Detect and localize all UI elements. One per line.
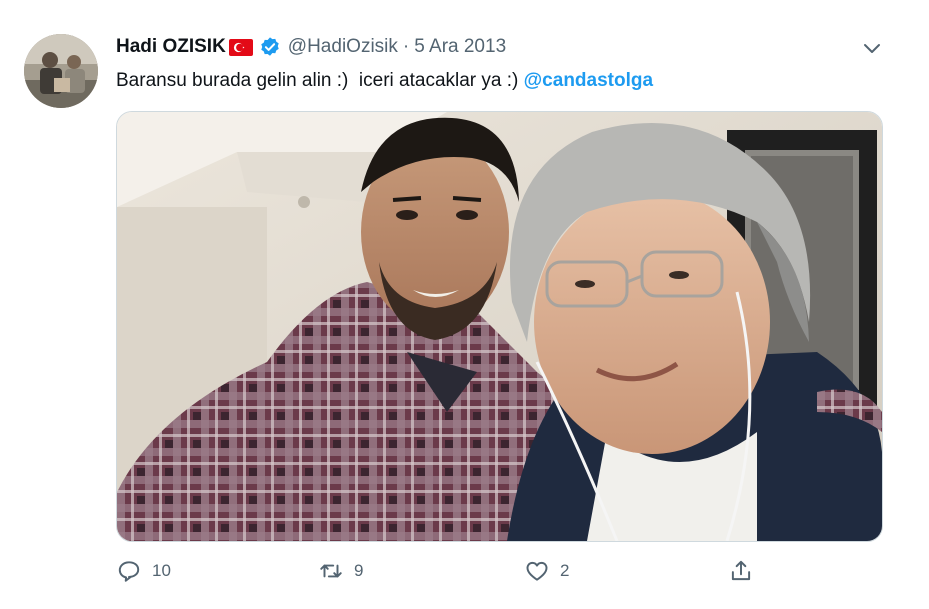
reply-button[interactable]: 10 bbox=[116, 558, 171, 584]
more-options-button[interactable] bbox=[860, 36, 884, 60]
heart-icon bbox=[526, 561, 548, 581]
avatar-photo bbox=[24, 34, 98, 108]
reply-count: 10 bbox=[152, 561, 171, 580]
reply-icon bbox=[118, 561, 140, 582]
selfie-photo bbox=[117, 112, 882, 541]
chevron-down-icon bbox=[864, 44, 880, 53]
retweet-button[interactable]: 9 bbox=[318, 558, 363, 584]
turkey-flag-icon bbox=[228, 38, 253, 56]
like-count: 2 bbox=[560, 561, 570, 580]
like-button[interactable]: 2 bbox=[524, 558, 569, 584]
tweet-header: Hadi OZISIK @HadiOzisik · 5 Ara 2013 bbox=[116, 36, 506, 58]
author-handle[interactable]: @HadiOzisik bbox=[288, 36, 398, 58]
tweet-text: Baransu burada gelin alin :) iceri ataca… bbox=[116, 70, 653, 92]
author-name[interactable]: Hadi OZISIK bbox=[116, 36, 226, 58]
retweet-icon bbox=[320, 564, 342, 578]
tweet-body: Baransu burada gelin alin :) iceri ataca… bbox=[116, 70, 524, 91]
tweet-date[interactable]: 5 Ara 2013 bbox=[414, 36, 506, 58]
share-button[interactable] bbox=[728, 558, 754, 584]
verified-badge-icon bbox=[261, 37, 279, 56]
tweet-actions: 10 9 2 bbox=[116, 558, 881, 592]
separator-dot: · bbox=[402, 36, 410, 57]
mention-link[interactable]: @candastolga bbox=[524, 70, 653, 91]
retweet-count: 9 bbox=[354, 561, 364, 580]
author-avatar[interactable] bbox=[24, 34, 98, 108]
tweet-photo[interactable] bbox=[116, 111, 883, 542]
share-icon bbox=[731, 560, 751, 581]
